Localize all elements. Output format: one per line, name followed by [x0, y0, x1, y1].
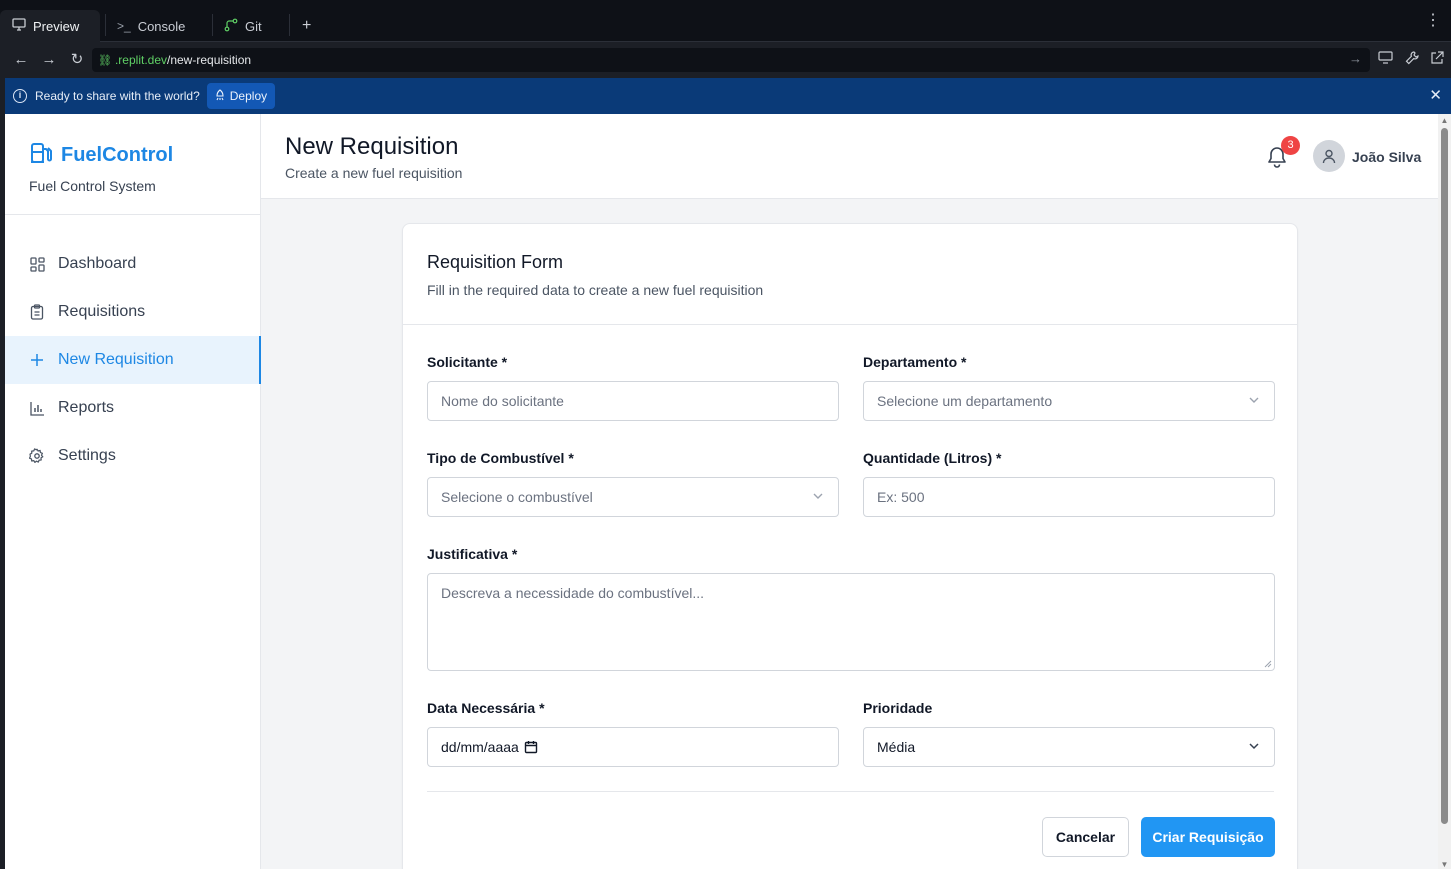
quantidade-input[interactable]: Ex: 500 — [863, 477, 1275, 517]
sidebar-nav: Dashboard Requisitions New Requisition R… — [5, 215, 261, 480]
departamento-select[interactable]: Selecione um departamento — [863, 381, 1275, 421]
tab-label: Console — [137, 18, 186, 34]
card-header: Requisition Form Fill in the required da… — [403, 224, 1297, 325]
bar-chart-icon — [29, 400, 45, 416]
tab-git[interactable]: Git — [212, 10, 274, 42]
sidebar-item-label: New Requisition — [58, 351, 174, 368]
user-name[interactable]: João Silva — [1352, 149, 1421, 165]
scroll-up-icon[interactable]: ▲ — [1440, 116, 1449, 125]
sidebar: FuelControl Fuel Control System Dashboar… — [5, 114, 261, 869]
prioridade-select[interactable]: Média — [863, 727, 1275, 767]
quantidade-label: Quantidade (Litros) * — [863, 450, 1002, 466]
info-icon: i — [13, 89, 27, 103]
brand-subtitle: Fuel Control System — [29, 178, 156, 194]
departamento-placeholder: Selecione um departamento — [877, 393, 1053, 409]
justificativa-placeholder: Descreva a necessidade do combustível... — [441, 585, 705, 601]
form-title: Requisition Form — [427, 252, 564, 272]
solicitante-input[interactable]: Nome do solicitante — [427, 381, 839, 421]
prioridade-value: Média — [877, 739, 916, 755]
requisition-form-card: Requisition Form Fill in the required da… — [402, 223, 1298, 869]
tab-console[interactable]: >_ Console — [105, 10, 197, 42]
tab-label: Git — [245, 18, 262, 34]
solicitante-label: Solicitante * — [427, 354, 508, 370]
reload-icon[interactable]: ↻ — [67, 50, 87, 70]
app-viewport: FuelControl Fuel Control System Dashboar… — [5, 114, 1438, 869]
terminal-icon: >_ — [117, 19, 131, 33]
ide-tab-bar: Preview >_ Console Git + ⋮ — [0, 0, 1451, 42]
page-scrollbar[interactable]: ▲ ▼ — [1438, 114, 1451, 869]
page-subtitle: Create a new fuel requisition — [285, 165, 463, 181]
scroll-down-icon[interactable]: ▼ — [1440, 860, 1449, 869]
more-options-icon[interactable]: ⋮ — [1425, 13, 1441, 29]
departamento-label: Departamento * — [863, 354, 967, 370]
data-necessaria-label: Data Necessária * — [427, 700, 545, 716]
deploy-label: Deploy — [229, 89, 268, 103]
deploy-banner: i Ready to share with the world? Deploy … — [5, 78, 1451, 114]
rocket-icon — [215, 88, 225, 104]
chevron-down-icon — [1249, 397, 1259, 403]
devtools-wrench-icon[interactable] — [1405, 51, 1419, 68]
url-host: .replit.dev — [114, 53, 167, 67]
combustivel-label: Tipo de Combustível * — [427, 450, 574, 466]
tab-preview[interactable]: Preview — [0, 10, 100, 42]
sidebar-item-label: Reports — [58, 399, 115, 416]
go-arrow-icon[interactable]: → — [1349, 51, 1362, 66]
plus-icon — [29, 352, 45, 368]
data-necessaria-input[interactable]: dd/mm/aaaa — [427, 727, 839, 767]
resize-handle-icon[interactable] — [1264, 660, 1272, 668]
brand: FuelControl Fuel Control System — [5, 114, 260, 215]
new-tab-button[interactable]: + — [290, 10, 323, 42]
banner-message: Ready to share with the world? — [35, 89, 200, 103]
justificativa-label: Justificativa * — [427, 546, 518, 562]
page-header: New Requisition Create a new fuel requis… — [261, 114, 1438, 199]
sidebar-item-settings[interactable]: Settings — [5, 432, 260, 480]
url-path: /new-requisition — [167, 53, 252, 67]
sidebar-item-requisitions[interactable]: Requisitions — [5, 288, 260, 336]
tab-label: Preview — [33, 18, 80, 34]
chevron-down-icon — [1249, 743, 1259, 750]
plus-icon: + — [302, 17, 312, 34]
sidebar-item-dashboard[interactable]: Dashboard — [5, 240, 260, 288]
sidebar-item-new-requisition[interactable]: New Requisition — [5, 336, 261, 384]
sidebar-item-reports[interactable]: Reports — [5, 384, 260, 432]
sidebar-item-label: Requisitions — [58, 303, 146, 320]
date-value: dd/mm/aaaa — [441, 739, 519, 755]
sidebar-item-label: Settings — [58, 447, 116, 464]
calendar-icon[interactable] — [524, 740, 538, 754]
cancel-button[interactable]: Cancelar — [1042, 817, 1129, 857]
create-requisition-button[interactable]: Criar Requisição — [1141, 817, 1275, 857]
close-icon[interactable]: ✕ — [1429, 88, 1442, 103]
back-arrow-icon[interactable]: ← — [11, 50, 31, 70]
form-description: Fill in the required data to create a ne… — [427, 282, 764, 298]
open-external-icon[interactable] — [1430, 51, 1444, 68]
chevron-down-icon — [813, 493, 823, 499]
gear-icon — [29, 448, 45, 464]
combustivel-placeholder: Selecione o combustível — [441, 489, 593, 505]
clipboard-icon — [29, 304, 45, 320]
prioridade-label: Prioridade — [863, 700, 933, 716]
devices-icon[interactable] — [1378, 51, 1393, 67]
dashboard-icon — [29, 256, 45, 272]
combustivel-select[interactable]: Selecione o combustível — [427, 477, 839, 517]
fuel-pump-icon — [29, 141, 53, 170]
deploy-button[interactable]: Deploy — [206, 83, 276, 109]
browser-url-bar: ← → ↻ ⛓ .replit.dev /new-requisition → — [0, 42, 1451, 78]
monitor-icon — [12, 18, 26, 34]
brand-name[interactable]: FuelControl — [61, 144, 173, 167]
user-icon — [1322, 149, 1336, 163]
page-title: New Requisition — [285, 133, 459, 160]
sidebar-item-label: Dashboard — [58, 255, 137, 272]
forward-arrow-icon[interactable]: → — [39, 50, 59, 70]
url-input[interactable]: ⛓ .replit.dev /new-requisition → — [92, 48, 1370, 72]
git-icon — [224, 18, 238, 35]
avatar[interactable] — [1313, 140, 1345, 172]
notification-badge: 3 — [1281, 136, 1300, 155]
scrollbar-thumb[interactable] — [1441, 128, 1448, 824]
justificativa-textarea[interactable]: Descreva a necessidade do combustível... — [427, 573, 1275, 671]
link-icon: ⛓ — [98, 54, 112, 67]
form-divider — [427, 791, 1274, 792]
